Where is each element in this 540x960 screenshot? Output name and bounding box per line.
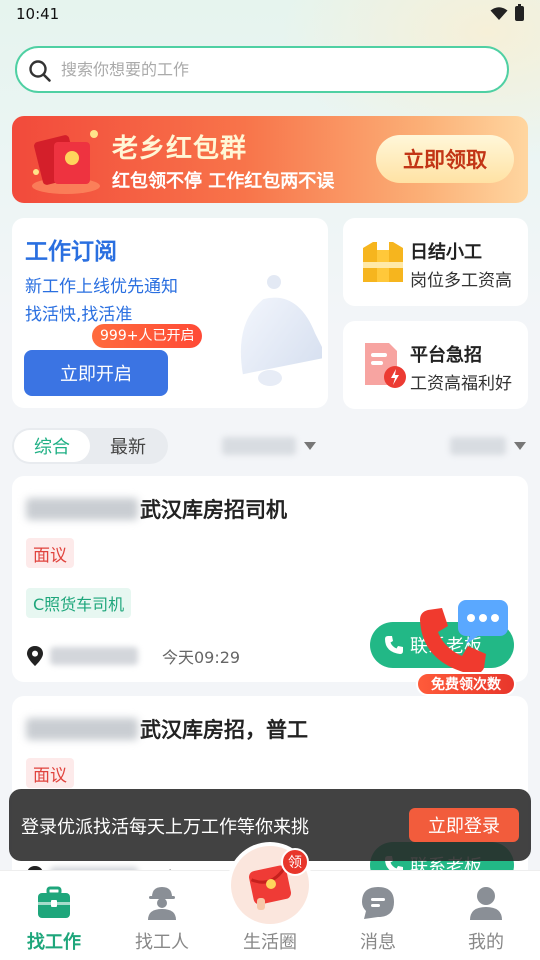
type-filter-dropdown[interactable] — [450, 430, 526, 462]
profile-icon — [470, 887, 502, 920]
location-row: 今天09:29 — [26, 644, 240, 668]
status-time: 10:41 — [16, 5, 60, 23]
nav-profile-label: 我的 — [468, 932, 504, 953]
subscription-line-2: 找活快,找活准 — [25, 305, 133, 325]
worker-icon — [148, 887, 176, 920]
tab-comprehensive[interactable]: 综合 — [14, 430, 90, 462]
search-input[interactable] — [61, 48, 481, 91]
message-icon — [362, 887, 394, 919]
sort-tabs: 综合 最新 — [12, 428, 168, 464]
urgent-doc-icon — [365, 343, 406, 388]
skill-tag: C照货车司机 — [26, 588, 132, 618]
urgent-hiring-subtitle: 工资高福利好 — [410, 374, 512, 394]
briefcase-icon — [38, 886, 70, 918]
caret-down-icon — [304, 442, 316, 450]
banner-subtitle: 红包领不停 工作红包两不误 — [112, 171, 335, 192]
nav-find-job[interactable]: 找工作 — [0, 871, 108, 960]
life-circle-center-button[interactable]: 领 — [231, 846, 309, 924]
enable-subscription-button[interactable]: 立即开启 — [24, 350, 168, 396]
nav-profile[interactable]: 我的 — [432, 871, 540, 960]
redacted-company — [26, 718, 138, 740]
free-calls-widget[interactable]: 免费领次数 — [414, 598, 518, 700]
area-filter-dropdown[interactable] — [222, 430, 316, 462]
search-icon — [29, 60, 51, 82]
location-pin-icon — [27, 646, 43, 666]
redacted-company — [26, 498, 138, 520]
subscription-line-1: 新工作上线优先通知 — [25, 277, 178, 297]
free-calls-label: 免费领次数 — [416, 672, 516, 696]
login-prompt-text: 登录优派找活每天上万工作等你来挑 — [21, 817, 309, 838]
nav-life-circle-label: 生活圈 — [243, 932, 297, 953]
vest-icon — [363, 242, 403, 282]
daily-pay-title: 日结小工 — [410, 242, 482, 263]
job-title: 武汉库房招司机 — [26, 494, 287, 524]
phone-icon — [385, 636, 403, 654]
red-envelope-icon — [32, 130, 100, 194]
subscribers-badge: 999+人已开启 — [92, 324, 203, 348]
job-title-text: 武汉库房招，普工 — [140, 718, 308, 742]
claim-badge: 领 — [281, 848, 309, 876]
status-bar: 10:41 — [0, 0, 540, 30]
nav-find-worker-label: 找工人 — [135, 932, 189, 953]
bell-icon — [240, 275, 322, 386]
redacted-filter-value — [450, 437, 506, 455]
daily-pay-job-card[interactable]: 日结小工 岗位多工资高 — [343, 218, 528, 306]
phone-call-icon — [420, 600, 508, 675]
wifi-icon — [490, 7, 508, 20]
battery-icon — [515, 4, 524, 21]
nav-messages-label: 消息 — [360, 932, 396, 953]
login-now-button[interactable]: 立即登录 — [409, 808, 519, 842]
subscription-title: 工作订阅 — [25, 239, 117, 265]
salary-tag: 面议 — [26, 758, 74, 788]
job-title-text: 武汉库房招司机 — [140, 498, 287, 522]
salary-tag: 面议 — [26, 538, 74, 568]
banner-title: 老乡红包群 — [112, 134, 248, 164]
nav-find-job-label: 找工作 — [27, 932, 81, 953]
post-time: 今天09:29 — [162, 648, 241, 667]
tab-latest[interactable]: 最新 — [90, 430, 166, 462]
nav-find-worker[interactable]: 找工人 — [108, 871, 216, 960]
red-packet-group-banner[interactable]: 老乡红包群 红包领不停 工作红包两不误 立即领取 — [12, 116, 528, 203]
redacted-filter-value — [222, 437, 296, 455]
caret-down-icon — [514, 442, 526, 450]
claim-now-button[interactable]: 立即领取 — [376, 135, 514, 183]
urgent-hiring-card[interactable]: 平台急招 工资高福利好 — [343, 321, 528, 409]
redacted-location — [50, 647, 138, 665]
job-title: 武汉库房招，普工 — [26, 714, 308, 744]
job-subscription-card[interactable]: 工作订阅 新工作上线优先通知 找活快,找活准 999+人已开启 立即开启 — [12, 218, 328, 408]
daily-pay-subtitle: 岗位多工资高 — [410, 271, 512, 291]
search-bar[interactable] — [15, 46, 509, 93]
urgent-hiring-title: 平台急招 — [410, 345, 482, 366]
nav-messages[interactable]: 消息 — [324, 871, 432, 960]
